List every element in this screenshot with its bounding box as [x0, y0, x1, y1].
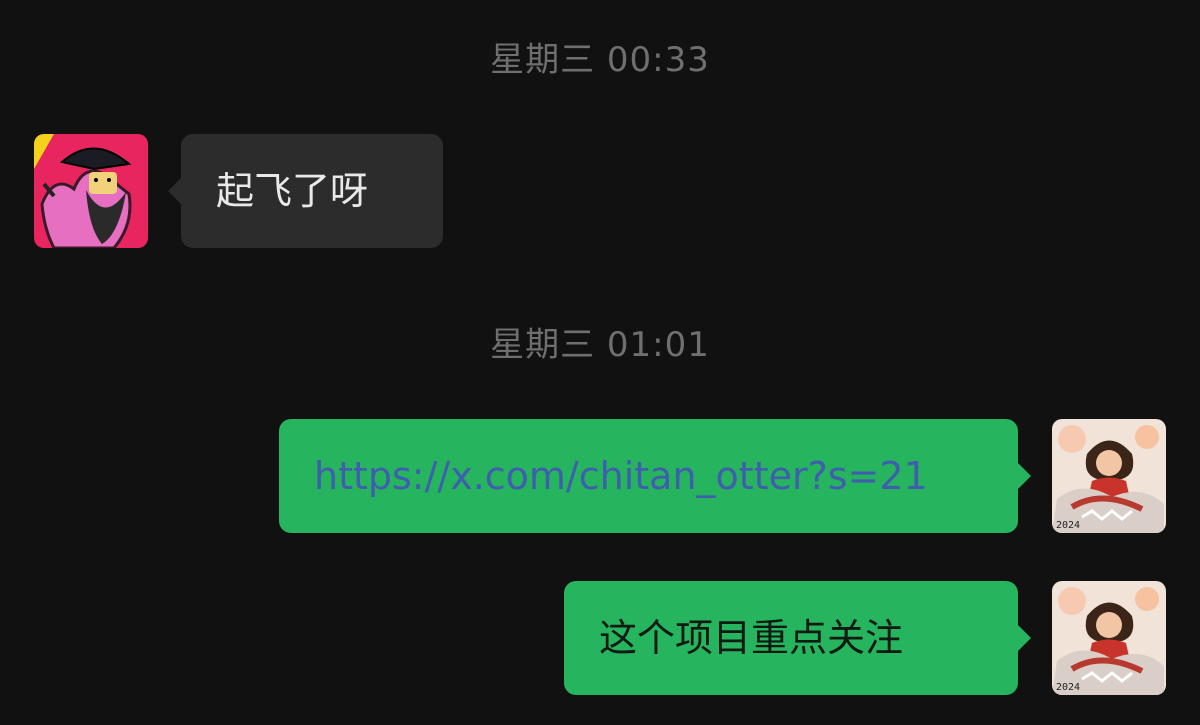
self-avatar[interactable]: 2024 [1052, 419, 1166, 533]
message-text: 起飞了呀 [216, 169, 369, 213]
timestamp: 星期三 01:01 [490, 325, 710, 365]
outgoing-message-bubble[interactable]: 这个项目重点关注 [564, 581, 1031, 695]
avatar-overlay-text: 2024 [1056, 520, 1081, 531]
avatar-image-icon [34, 134, 148, 248]
avatar-overlay-text: 2024 [1056, 682, 1081, 693]
avatar-image-icon [1052, 581, 1166, 695]
outgoing-message-bubble[interactable]: https://x.com/chitan_otter?s=21 [279, 419, 1031, 533]
chat-window[interactable]: 星期三 00:33 起飞了呀 星期三 01:01 https://x.com/c… [0, 0, 1200, 725]
contact-avatar[interactable] [34, 134, 148, 248]
timestamp: 星期三 00:33 [490, 40, 710, 80]
incoming-message-bubble[interactable]: 起飞了呀 [168, 134, 443, 248]
self-avatar[interactable]: 2024 [1052, 581, 1166, 695]
message-link[interactable]: https://x.com/chitan_otter?s=21 [314, 454, 928, 498]
avatar-image-icon [1052, 419, 1166, 533]
message-text: 这个项目重点关注 [599, 616, 904, 660]
